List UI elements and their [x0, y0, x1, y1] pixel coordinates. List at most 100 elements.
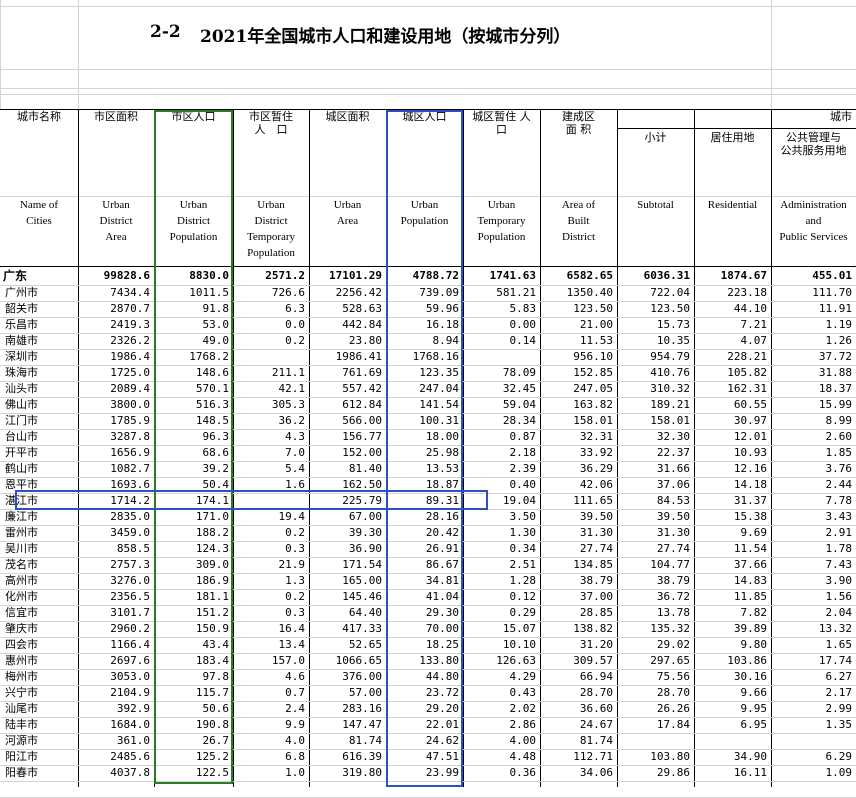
cell-value: 39.50 [579, 510, 613, 523]
cell-value: 11.54 [733, 542, 767, 555]
cell-value: 14.83 [733, 574, 767, 587]
cell-value: 6.95 [740, 718, 768, 731]
city-name: 阳江市 [5, 750, 38, 763]
cell-value: 145.46 [342, 590, 382, 603]
cell-value: 12.16 [733, 462, 767, 475]
cell-value: 0.7 [285, 686, 305, 699]
cell-value: 0.87 [509, 430, 537, 443]
cell-value: 2089.4 [110, 382, 150, 395]
cell-value: 152.85 [573, 366, 613, 379]
cell-value: 13.78 [656, 606, 690, 619]
cell-value: 15.73 [656, 318, 690, 331]
cell-value: 1350.40 [566, 286, 613, 299]
cell-value: 60.55 [733, 398, 767, 411]
cell-value: 36.60 [579, 702, 613, 715]
cell-value: 2419.3 [110, 318, 150, 331]
header-en-8: Subtotal [637, 199, 674, 211]
cell-value: 4.3 [285, 430, 305, 443]
cell-value: 2571.2 [265, 269, 305, 282]
cell-value: 223.18 [727, 286, 767, 299]
city-name: 四会市 [5, 638, 38, 651]
cell-value: 2.99 [825, 702, 853, 715]
cell-value: 319.80 [342, 766, 382, 779]
cell-value: 1082.7 [110, 462, 150, 475]
cell-value: 726.6 [271, 286, 305, 299]
cell-value: 2485.6 [110, 750, 150, 763]
cell-value: 15.38 [733, 510, 767, 523]
cell-value: 52.65 [348, 638, 382, 651]
cell-value: 3.90 [825, 574, 853, 587]
cell-value: 152.00 [342, 446, 382, 459]
cell-value: 11.53 [579, 334, 613, 347]
cell-value: 37.06 [656, 478, 690, 491]
cell-value: 37.66 [733, 558, 767, 571]
header-en-0: Name of Cities [19, 199, 59, 227]
cell-value: 10.10 [502, 638, 536, 651]
cell-value: 7.21 [740, 318, 768, 331]
cell-value: 211.1 [271, 366, 305, 379]
cell-value: 2.44 [825, 478, 853, 491]
city-name: 深圳市 [5, 350, 38, 363]
cell-value: 24.67 [579, 718, 613, 731]
cell-value: 28.34 [502, 414, 536, 427]
cell-value: 1684.0 [110, 718, 150, 731]
cell-value: 4.6 [285, 670, 305, 683]
city-name: 河源市 [5, 734, 38, 747]
cell-value: 135.32 [650, 622, 690, 635]
cell-value: 9.80 [740, 638, 768, 651]
city-name: 台山市 [5, 430, 38, 443]
header-en-10: Administration and Public Services [779, 199, 848, 243]
cell-value: 26.26 [656, 702, 690, 715]
cell-value: 361.0 [116, 734, 150, 747]
cell-value: 64.40 [348, 606, 382, 619]
cell-value: 0.14 [509, 334, 537, 347]
cell-value: 2.4 [285, 702, 305, 715]
city-name: 韶关市 [5, 302, 38, 315]
cell-value: 1725.0 [110, 366, 150, 379]
cell-value: 247.05 [573, 382, 613, 395]
cell-value: 27.74 [656, 542, 690, 555]
cell-value: 8.99 [825, 414, 853, 427]
cell-value: 28.85 [579, 606, 613, 619]
cell-value: 6.3 [285, 302, 305, 315]
highlight-urban-district-population [154, 110, 233, 784]
cell-value: 7.82 [740, 606, 768, 619]
cell-value: 1.35 [825, 718, 853, 731]
cell-value: 123.50 [573, 302, 613, 315]
cell-value: 1986.41 [335, 350, 382, 363]
cell-value: 3459.0 [110, 526, 150, 539]
table-title-text: 2021年全国城市人口和建设用地（按城市分列） [200, 27, 571, 47]
cell-value: 34.90 [733, 750, 767, 763]
cell-value: 34.06 [579, 766, 613, 779]
cell-value: 1785.9 [110, 414, 150, 427]
cell-value: 6.27 [825, 670, 853, 683]
cell-value: 566.00 [342, 414, 382, 427]
cell-value: 1656.9 [110, 446, 150, 459]
cell-value: 376.00 [342, 670, 382, 683]
cell-value: 3276.0 [110, 574, 150, 587]
cell-value: 228.21 [727, 350, 767, 363]
cell-value: 4.07 [740, 334, 768, 347]
cell-value: 2.17 [825, 686, 853, 699]
cell-value: 2.39 [509, 462, 537, 475]
cell-value: 9.95 [740, 702, 768, 715]
cell-value: 42.06 [579, 478, 613, 491]
cell-value: 11.85 [733, 590, 767, 603]
cell-value: 78.09 [502, 366, 536, 379]
city-name: 惠州市 [5, 654, 38, 667]
cell-value: 1.26 [825, 334, 853, 347]
header-en-1: Urban District Area [99, 199, 133, 243]
table-code: 2-2 [150, 22, 181, 42]
city-name: 高州市 [5, 574, 38, 587]
city-name: 茂名市 [5, 558, 38, 571]
cell-value: 29.02 [656, 638, 690, 651]
cell-value: 455.01 [812, 269, 852, 282]
cell-value: 1.19 [825, 318, 853, 331]
cell-value: 12.01 [733, 430, 767, 443]
cell-value: 189.21 [650, 398, 690, 411]
city-name: 开平市 [5, 446, 38, 459]
cell-value: 31.37 [733, 494, 767, 507]
cell-value: 2.60 [825, 430, 853, 443]
cell-value: 2.86 [509, 718, 537, 731]
cell-value: 1.65 [825, 638, 853, 651]
